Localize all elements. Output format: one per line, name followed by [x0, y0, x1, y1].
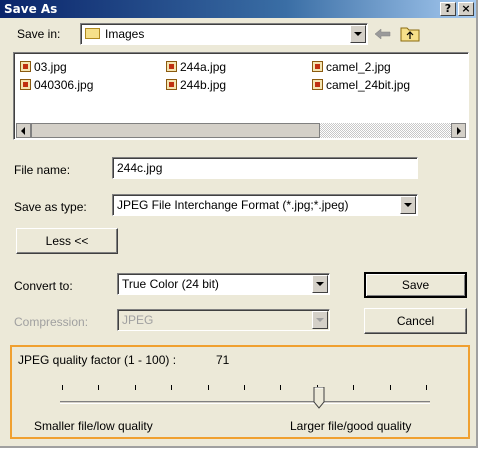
list-item[interactable]: 03.jpg: [20, 60, 67, 74]
chevron-down-icon[interactable]: [400, 196, 416, 214]
save-in-label: Save in:: [17, 27, 61, 41]
image-file-icon: [312, 79, 323, 90]
slider-track[interactable]: [60, 401, 430, 404]
slider-thumb[interactable]: [313, 387, 325, 409]
slider-tick: [207, 385, 209, 390]
list-item[interactable]: 040306.jpg: [20, 78, 93, 92]
folder-icon: [85, 28, 100, 39]
compression-label: Compression:: [14, 315, 89, 329]
arrow-left-icon: [21, 127, 25, 135]
jpeg-quality-panel: JPEG quality factor (1 - 100) : 71 Small…: [10, 345, 470, 439]
convert-to-label: Convert to:: [14, 279, 73, 293]
slider-tick: [426, 385, 427, 390]
image-file-icon: [312, 61, 323, 72]
save-in-value: Images: [105, 27, 145, 41]
chevron-down-icon[interactable]: [312, 275, 328, 293]
cancel-button[interactable]: Cancel: [364, 308, 467, 334]
compression-select: JPEG: [117, 309, 330, 331]
window-title: Save As: [4, 2, 58, 16]
scroll-track[interactable]: [320, 123, 451, 138]
save-as-type-label: Save as type:: [14, 200, 87, 214]
image-file-icon: [20, 61, 31, 72]
less-button[interactable]: Less <<: [16, 228, 118, 254]
help-button[interactable]: ?: [440, 2, 456, 16]
slider-tick: [98, 385, 100, 390]
slider-tick: [280, 385, 282, 390]
scroll-thumb[interactable]: [31, 123, 320, 138]
list-item[interactable]: 244a.jpg: [166, 60, 226, 74]
slider-tick: [171, 385, 173, 390]
arrow-right-icon: [457, 127, 461, 135]
slider-tick: [134, 385, 136, 390]
horizontal-scrollbar[interactable]: [16, 123, 466, 138]
compression-value: JPEG: [122, 313, 154, 327]
back-arrow-icon[interactable]: [374, 28, 392, 40]
close-button[interactable]: ×: [458, 2, 474, 16]
list-item[interactable]: camel_24bit.jpg: [312, 78, 410, 92]
image-file-icon: [166, 79, 177, 90]
image-file-icon: [20, 79, 31, 90]
chevron-down-icon[interactable]: [350, 25, 366, 43]
file-name-value: 244c.jpg: [117, 161, 163, 175]
slider-tick: [244, 385, 245, 390]
convert-to-value: True Color (24 bit): [122, 277, 219, 291]
max-quality-label: Larger file/good quality: [290, 419, 412, 433]
save-as-dialog: Save As ? × Save in: Images 03.jpg 244a.…: [0, 0, 478, 448]
file-name-label: File name:: [14, 163, 71, 177]
list-item[interactable]: 244b.jpg: [166, 78, 226, 92]
slider-tick: [62, 385, 63, 390]
title-bar[interactable]: Save As ? ×: [0, 0, 476, 18]
min-quality-label: Smaller file/low quality: [34, 419, 153, 433]
save-in-combo[interactable]: Images: [80, 23, 368, 45]
file-list[interactable]: 03.jpg 244a.jpg camel_2.jpg 040306.jpg 2…: [13, 52, 469, 140]
image-file-icon: [166, 61, 177, 72]
save-button[interactable]: Save: [364, 272, 467, 298]
quality-label: JPEG quality factor (1 - 100) :: [18, 353, 177, 367]
save-as-type-select[interactable]: JPEG File Interchange Format (*.jpg;*.jp…: [112, 194, 418, 216]
file-name-input[interactable]: 244c.jpg: [112, 157, 418, 179]
convert-to-select[interactable]: True Color (24 bit): [117, 273, 330, 295]
slider-tick: [389, 385, 391, 390]
quality-value: 71: [216, 353, 230, 367]
save-as-type-value: JPEG File Interchange Format (*.jpg;*.jp…: [117, 198, 349, 212]
slider-tick: [353, 385, 355, 390]
scroll-left-button[interactable]: [16, 123, 31, 138]
up-folder-icon[interactable]: [400, 24, 420, 42]
scroll-right-button[interactable]: [451, 123, 466, 138]
list-item[interactable]: camel_2.jpg: [312, 60, 391, 74]
chevron-down-icon: [312, 311, 328, 329]
